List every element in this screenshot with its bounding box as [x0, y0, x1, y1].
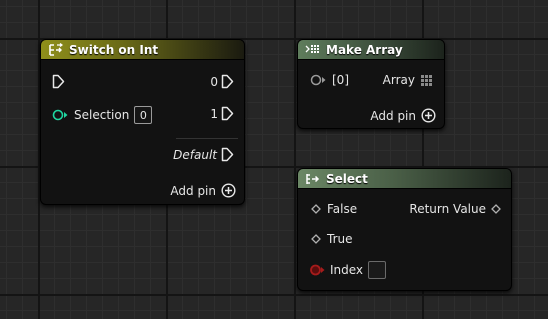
exec-output-0-pin-icon[interactable] [221, 74, 234, 89]
switch-on-int-header[interactable]: Switch on Int [41, 40, 244, 60]
switch-on-int-title: Switch on Int [69, 42, 159, 57]
make-array-header[interactable]: Make Array [298, 40, 444, 60]
make-array-add-pin-label: Add pin [370, 108, 416, 123]
exec-output-default-pin-icon[interactable] [221, 147, 234, 162]
index-pin-icon[interactable] [310, 264, 325, 276]
make-array-icon [305, 43, 321, 57]
select-title: Select [326, 171, 368, 186]
true-label: True [327, 232, 353, 246]
exec-input-pin-icon[interactable] [52, 74, 65, 89]
default-label: Default [173, 147, 217, 162]
exec-output-1-row: 1 [210, 106, 234, 121]
array-element-0-pin-icon[interactable] [310, 74, 327, 86]
false-label: False [327, 202, 358, 216]
select-icon [305, 172, 321, 186]
index-input-row: Index [310, 261, 387, 279]
return-value-pin-diamond-icon[interactable] [491, 204, 501, 214]
add-pin-plus-icon [221, 183, 236, 198]
return-value-row: Return Value [409, 202, 501, 216]
true-input-row: True [311, 232, 353, 246]
array-output-label: Array [382, 73, 415, 87]
index-label: Index [330, 263, 364, 277]
exec-input-row [52, 74, 65, 89]
add-pin-plus-icon [421, 108, 436, 123]
exec-output-default-row: Default [173, 147, 234, 162]
exec-output-0-label: 0 [210, 74, 218, 89]
exec-output-1-label: 1 [210, 106, 218, 121]
selection-value-field[interactable]: 0 [134, 106, 153, 124]
make-array-title: Make Array [326, 42, 403, 57]
array-element-0-label: [0] [332, 73, 349, 87]
index-value-field[interactable] [368, 261, 387, 279]
make-array-node[interactable]: Make Array [0] Array Add pin [297, 39, 445, 129]
array-output-row: Array [383, 73, 432, 87]
array-element-0-row: [0] [310, 73, 349, 87]
return-value-label: Return Value [409, 202, 486, 216]
make-array-add-pin-button[interactable]: Add pin [370, 108, 436, 123]
switch-add-pin-label: Add pin [170, 183, 216, 198]
false-input-row: False [311, 202, 357, 216]
switch-icon [48, 42, 64, 57]
switch-add-pin-button[interactable]: Add pin [170, 183, 236, 198]
exec-output-0-row: 0 [210, 74, 234, 89]
false-pin-diamond-icon[interactable] [311, 204, 321, 214]
selection-label: Selection [74, 108, 130, 122]
selection-pin-icon[interactable] [52, 109, 69, 121]
select-node[interactable]: Select False Return Value True Index [297, 168, 512, 291]
exec-output-1-pin-icon[interactable] [221, 106, 234, 121]
array-grid-pin-icon[interactable] [421, 74, 432, 86]
selection-input-row: Selection 0 [52, 106, 153, 124]
true-pin-diamond-icon[interactable] [311, 234, 321, 244]
switch-on-int-node[interactable]: Switch on Int 0 Selection 0 1 Default Ad… [40, 39, 245, 205]
select-header[interactable]: Select [298, 169, 511, 189]
switch-divider [176, 138, 238, 139]
